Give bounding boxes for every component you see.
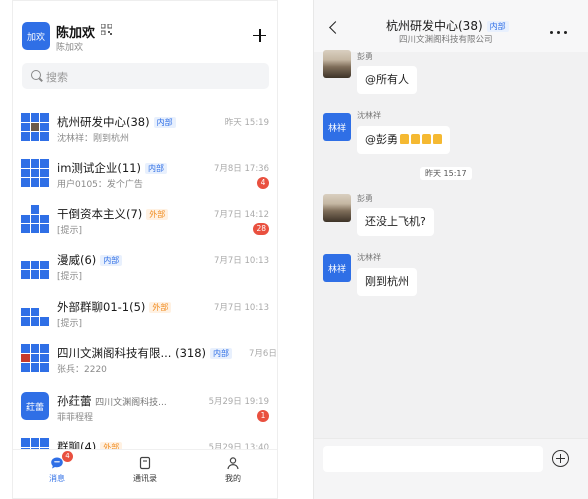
conversation-preview: 用户0105：发个广告 [57, 180, 143, 190]
message-bubble[interactable]: @彭勇 [357, 126, 450, 154]
tab-label: 我的 [225, 474, 241, 483]
contact-company: 四川文渊阁科技... [95, 398, 167, 408]
conversation-title: 漫威(6) 内部 [57, 252, 123, 268]
thumbs-up-emoji-icon [400, 134, 409, 144]
sender-name: 沈林祥 [357, 111, 381, 120]
external-tag: 外部 [149, 302, 172, 313]
contacts-book-icon [139, 456, 151, 470]
back-arrow-icon[interactable] [329, 21, 342, 34]
profile-header: 加欢 陈加欢 陈加欢 [13, 1, 277, 57]
person-icon [227, 457, 239, 470]
conversation-time: 7月7日 10:13 [213, 303, 269, 313]
conversation-time: 7月8日 17:36 [213, 164, 269, 174]
tab-label: 消息 [49, 474, 65, 483]
external-tag: 外部 [146, 209, 169, 220]
user-subtitle: 陈加欢 [56, 43, 84, 53]
message-input-bar [314, 438, 588, 499]
chat-screen: 杭州研发中心(38) 内部 四川文渊阁科技有限公司 彭勇 @所有人 林祥 沈林祥 … [313, 0, 588, 499]
sender-avatar[interactable]: 林祥 [323, 113, 351, 141]
conversation-item[interactable]: 漫威(6) 内部 [提示] 7月7日 10:13 [13, 243, 277, 289]
tab-label: 通讯录 [133, 474, 157, 483]
unread-badge: 4 [257, 177, 269, 189]
messages-tab-badge: 4 [62, 451, 73, 462]
message-text: @彭勇 [365, 133, 398, 146]
message-bubble[interactable]: @所有人 [357, 66, 417, 94]
conversation-list-screen: 加欢 陈加欢 陈加欢 搜索 杭州研发中心(38) 内部 沈林祥：刚到杭州 昨天 1… [12, 0, 278, 499]
conversation-item[interactable]: 荭蕾 孙荭蕾 四川文渊阁科技... 菲菲程程 5月29日 19:19 1 [13, 384, 277, 430]
unread-badge: 1 [257, 410, 269, 422]
search-icon [31, 70, 41, 80]
internal-tag: 内部 [210, 348, 233, 359]
conversation-preview: 菲菲程程 [57, 413, 94, 423]
user-avatar[interactable]: 加欢 [22, 22, 50, 50]
group-avatar [21, 298, 49, 326]
conversation-title: 孙荭蕾 四川文渊阁科技... [57, 394, 167, 408]
conversation-preview: [提示] [57, 272, 83, 282]
tab-me[interactable]: 我的 [189, 450, 277, 498]
conversation-title: 干倒资本主义(7) 外部 [57, 206, 169, 222]
tab-contacts[interactable]: 通讯录 [101, 450, 189, 498]
conversation-title: 四川文渊阁科技有限... (318) 内部 [57, 345, 233, 361]
add-attachment-icon[interactable] [552, 450, 569, 467]
conversation-item[interactable]: 干倒资本主义(7) 外部 [提示] 7月7日 14:12 28 [13, 197, 277, 243]
sender-name: 沈林祥 [357, 253, 381, 262]
qr-code-icon[interactable] [101, 24, 112, 35]
conversation-preview: 沈林祥：刚到杭州 [57, 134, 130, 144]
message-bubble[interactable]: 还没上飞机? [357, 208, 434, 236]
conversation-item[interactable]: im测试企业(11) 内部 用户0105：发个广告 7月8日 17:36 4 [13, 151, 277, 197]
conversation-time: 7月6日 21 [249, 349, 277, 359]
thumbs-up-emoji-icon [422, 134, 431, 144]
bottom-tab-bar: 4 消息 通讯录 我的 [13, 449, 277, 498]
internal-tag: 内部 [486, 21, 509, 32]
chat-subtitle: 四川文渊阁科技有限公司 [399, 35, 493, 45]
internal-tag: 内部 [145, 163, 168, 174]
sender-name: 彭勇 [357, 194, 373, 203]
user-name: 陈加欢 [56, 26, 96, 41]
add-plus-icon[interactable] [253, 29, 266, 42]
conversation-time: 5月29日 19:19 [208, 397, 269, 407]
sender-avatar[interactable] [323, 50, 351, 78]
chat-title: 杭州研发中心(38) 内部 [386, 17, 509, 34]
conversation-time: 7月7日 10:13 [213, 256, 269, 266]
tab-messages[interactable]: 4 消息 [13, 450, 101, 498]
conversation-item[interactable]: 外部群聊01-1(5) 外部 [提示] 7月7日 10:13 [13, 290, 277, 336]
conversation-item[interactable]: 杭州研发中心(38) 内部 沈林祥：刚到杭州 昨天 15:19 [13, 105, 277, 151]
more-options-icon[interactable] [550, 31, 568, 34]
sender-name: 彭勇 [357, 52, 373, 61]
group-avatar [21, 159, 49, 187]
contact-avatar: 荭蕾 [21, 392, 49, 420]
message-input[interactable] [323, 446, 543, 472]
thumbs-up-emoji-icon [433, 134, 442, 144]
group-avatar [21, 344, 49, 372]
conversation-time: 7月7日 14:12 [213, 210, 269, 220]
conversation-time: 昨天 15:19 [224, 118, 269, 128]
sender-avatar[interactable] [323, 194, 351, 222]
conversation-preview: [提示] [57, 226, 83, 236]
internal-tag: 内部 [100, 255, 123, 266]
group-avatar [21, 251, 49, 279]
conversation-title: 杭州研发中心(38) 内部 [57, 114, 176, 130]
conversation-preview: [提示] [57, 319, 83, 329]
time-divider: 昨天 15:17 [420, 167, 472, 180]
conversation-preview: 张兵：2220 [57, 365, 107, 375]
message-bubble[interactable]: 刚到杭州 [357, 268, 417, 296]
thumbs-up-emoji-icon [411, 134, 420, 144]
group-avatar [21, 113, 49, 141]
search-placeholder: 搜索 [46, 71, 68, 84]
conversation-title: im测试企业(11) 内部 [57, 160, 168, 176]
unread-badge: 28 [253, 223, 269, 235]
group-avatar [21, 205, 49, 233]
search-bar[interactable]: 搜索 [22, 63, 269, 89]
sender-avatar[interactable]: 林祥 [323, 254, 351, 282]
conversation-title: 外部群聊01-1(5) 外部 [57, 299, 172, 315]
internal-tag: 内部 [153, 117, 176, 128]
conversation-item[interactable]: 四川文渊阁科技有限... (318)内部 张兵：2220 7月6日 21 [13, 336, 277, 382]
chat-header: 杭州研发中心(38) 内部 四川文渊阁科技有限公司 [314, 0, 588, 52]
